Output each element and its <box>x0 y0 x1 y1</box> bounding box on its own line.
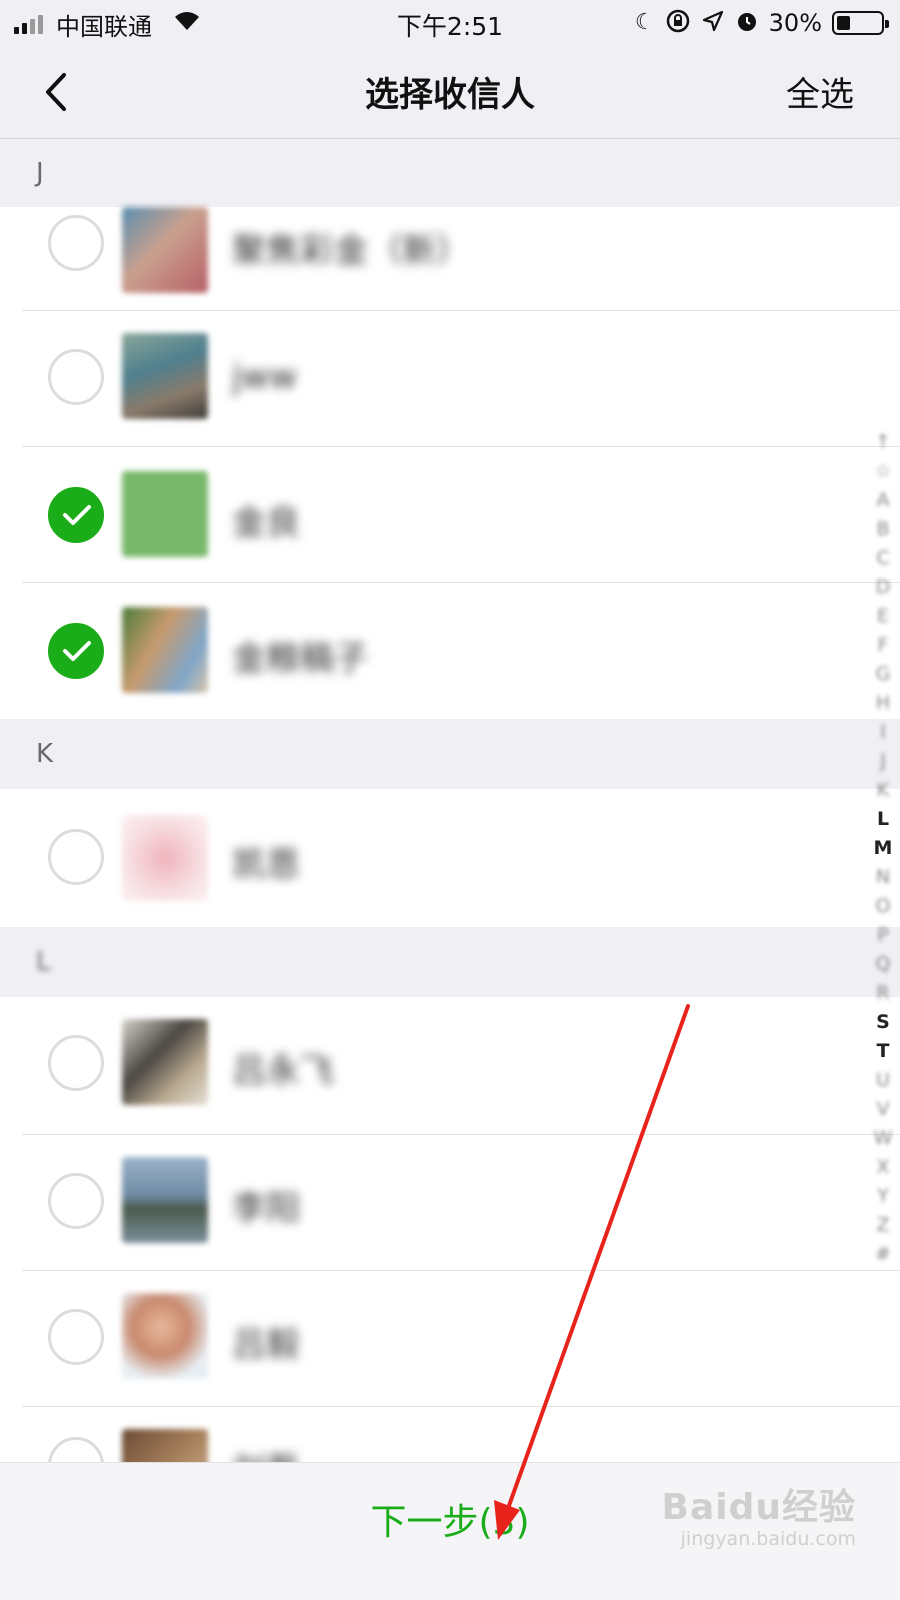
battery-percent: 30% <box>768 9 822 37</box>
index-letter[interactable]: ☆ <box>874 457 891 486</box>
checked-radio[interactable] <box>48 487 104 543</box>
select-radio[interactable] <box>48 1173 104 1229</box>
select-radio[interactable] <box>48 829 104 885</box>
index-letter[interactable]: L <box>877 805 889 834</box>
index-letter[interactable]: Z <box>876 1211 889 1240</box>
avatar <box>122 607 208 693</box>
contact-row[interactable]: 李阳 <box>0 1135 900 1271</box>
avatar <box>122 1019 208 1105</box>
moon-icon: ☾ <box>634 10 655 35</box>
index-letter[interactable]: F <box>878 631 889 660</box>
watermark-main: Baidu经验 <box>661 1487 856 1528</box>
index-letter[interactable]: S <box>876 1008 890 1037</box>
index-letter[interactable]: M <box>874 834 893 863</box>
index-letter[interactable]: A <box>877 486 890 515</box>
select-radio[interactable] <box>48 1035 104 1091</box>
checked-radio[interactable] <box>48 623 104 679</box>
index-letter[interactable]: H <box>876 689 890 718</box>
location-icon <box>701 9 725 37</box>
contact-row[interactable]: 金粮稿子 <box>0 583 900 719</box>
avatar <box>122 333 208 419</box>
contact-name: 金良 <box>232 503 300 543</box>
contact-name: 吕毅 <box>232 1325 300 1365</box>
index-letter[interactable]: T <box>877 1037 890 1066</box>
contact-name: 凯恩 <box>232 845 300 885</box>
index-letter[interactable]: R <box>876 979 889 1008</box>
contact-name: 金粮稿子 <box>232 639 368 679</box>
select-radio[interactable] <box>48 349 104 405</box>
select-radio[interactable] <box>48 1437 104 1462</box>
contact-row[interactable]: 刘磊 <box>0 1407 900 1462</box>
section-letter: J <box>36 158 44 188</box>
index-letter[interactable]: X <box>876 1153 889 1182</box>
index-letter[interactable]: G <box>876 660 891 689</box>
page-title: 选择收信人 <box>365 75 535 115</box>
index-letter[interactable]: P <box>877 921 888 950</box>
battery-icon <box>832 11 889 35</box>
index-letter[interactable]: K <box>877 776 889 805</box>
index-letter[interactable]: D <box>876 573 891 602</box>
index-letter[interactable]: ↑ <box>875 428 891 457</box>
rotation-lock-icon <box>665 8 691 38</box>
index-letter[interactable]: C <box>876 544 889 573</box>
section-header-j: J <box>0 139 900 207</box>
contact-row[interactable]: 金良 <box>0 447 900 583</box>
watermark-sub: jingyan.baidu.com <box>680 1528 856 1550</box>
section-letter: K <box>36 739 54 769</box>
index-letter[interactable]: O <box>876 892 891 921</box>
index-letter[interactable]: V <box>877 1095 890 1124</box>
contact-name: 刘磊 <box>232 1443 300 1462</box>
select-radio[interactable] <box>48 1309 104 1365</box>
avatar <box>122 1157 208 1243</box>
index-letter[interactable]: Q <box>876 950 891 979</box>
contact-row[interactable]: 吕永飞 <box>0 997 900 1135</box>
avatar <box>122 1293 208 1379</box>
index-letter[interactable]: Y <box>877 1182 889 1211</box>
status-bar: 中国联通 下午2:51 ☾ 30% <box>0 0 900 45</box>
section-header-l: L <box>0 927 900 997</box>
index-letter[interactable]: B <box>876 515 889 544</box>
avatar <box>122 471 208 557</box>
avatar <box>122 207 208 293</box>
status-right-icons: ☾ 30% <box>634 8 889 38</box>
contact-row[interactable]: jww <box>0 311 900 447</box>
baidu-watermark: Baidu经验 jingyan.baidu.com <box>662 1478 856 1550</box>
contact-name: 吕永飞 <box>232 1051 334 1091</box>
select-radio[interactable] <box>48 215 104 271</box>
contact-row[interactable]: 凯恩 <box>0 789 900 927</box>
section-letter: L <box>36 947 51 977</box>
nav-bar: 选择收信人 全选 <box>0 45 900 139</box>
contact-row[interactable]: 吕毅 <box>0 1271 900 1407</box>
contact-name: 李阳 <box>232 1189 300 1229</box>
contact-name: jww <box>232 357 298 397</box>
avatar <box>122 1429 208 1462</box>
index-letter[interactable]: W <box>874 1124 893 1153</box>
index-letter[interactable]: E <box>877 602 889 631</box>
select-all-button[interactable]: 全选 <box>786 67 854 116</box>
avatar <box>122 815 208 901</box>
index-letter[interactable]: N <box>876 863 890 892</box>
contact-row[interactable]: 聚焦彩金（新） <box>0 207 900 311</box>
index-letter[interactable]: J <box>880 747 886 776</box>
index-letter[interactable]: # <box>875 1240 891 1269</box>
alarm-icon <box>735 9 759 37</box>
alphabet-index[interactable]: ↑ ☆ A B C D E F G H I J K L M N O P Q R … <box>872 428 894 1269</box>
index-letter[interactable]: I <box>880 718 886 747</box>
index-letter[interactable]: U <box>876 1066 890 1095</box>
contact-name: 聚焦彩金（新） <box>232 231 470 271</box>
section-header-k: K <box>0 719 900 789</box>
